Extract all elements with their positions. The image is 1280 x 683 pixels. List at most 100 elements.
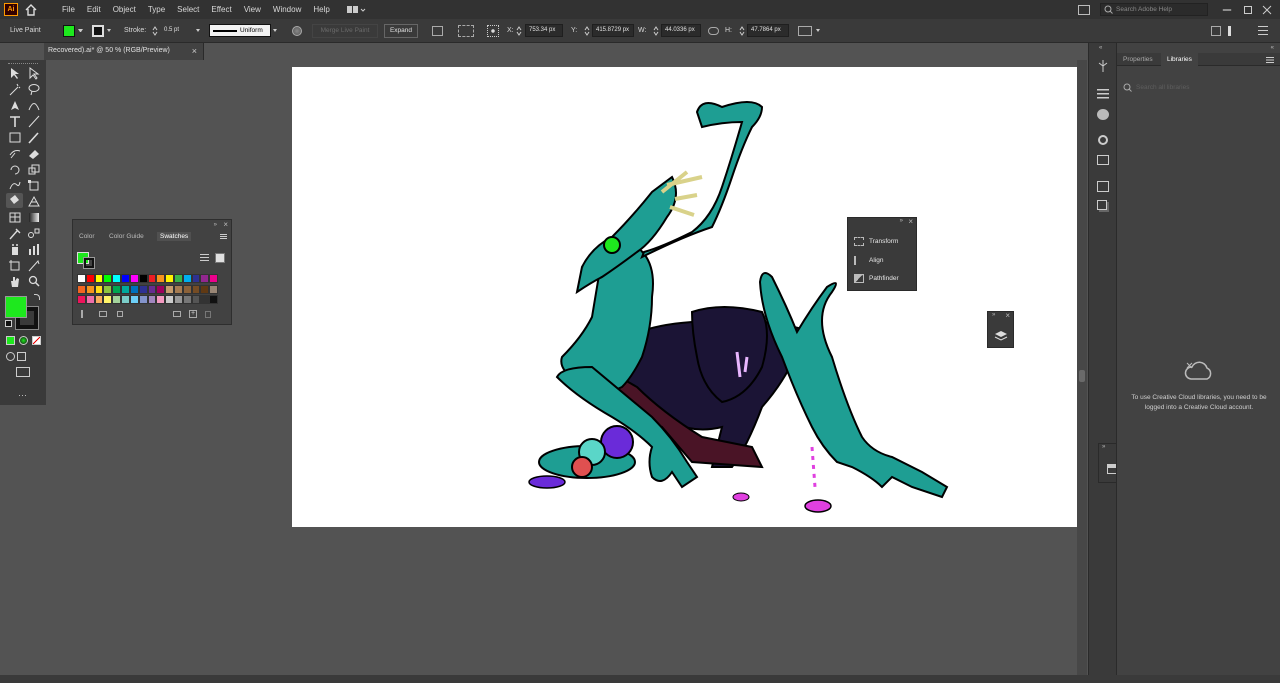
more-options-icon[interactable] bbox=[816, 29, 820, 32]
type-tool-icon[interactable] bbox=[8, 115, 22, 128]
perspective-grid-tool-icon[interactable] bbox=[27, 195, 41, 208]
fill-swatch[interactable] bbox=[63, 25, 75, 37]
swatch[interactable] bbox=[156, 274, 166, 283]
draw-behind-icon[interactable] bbox=[17, 352, 26, 361]
paintbrush-tool-icon[interactable] bbox=[27, 131, 41, 144]
swatch[interactable] bbox=[209, 295, 218, 305]
collapse-panel-icon[interactable]: » bbox=[900, 218, 903, 224]
monster-illustration[interactable] bbox=[292, 67, 1077, 527]
swatch[interactable] bbox=[85, 284, 95, 294]
swatch[interactable] bbox=[112, 284, 122, 294]
swatch[interactable] bbox=[165, 295, 174, 305]
selection-tool-icon[interactable] bbox=[8, 67, 22, 80]
swatch[interactable] bbox=[191, 295, 201, 305]
swatch[interactable] bbox=[138, 284, 148, 294]
reference-point-icon[interactable] bbox=[487, 25, 499, 37]
menu-help[interactable]: Help bbox=[307, 5, 335, 14]
swatch[interactable] bbox=[182, 274, 192, 283]
y-stepper-icon[interactable] bbox=[584, 25, 590, 37]
puppet-warp-icon[interactable] bbox=[1096, 59, 1110, 73]
color-wheel-icon[interactable] bbox=[1098, 135, 1108, 145]
menu-file[interactable]: File bbox=[56, 5, 81, 14]
live-paint-bucket-tool-icon[interactable] bbox=[6, 193, 23, 208]
swatch[interactable] bbox=[103, 295, 113, 305]
control-menu-icon[interactable] bbox=[1258, 26, 1268, 36]
swatch[interactable] bbox=[191, 284, 201, 294]
new-swatch-icon[interactable]: + bbox=[189, 310, 197, 318]
line-tool-icon[interactable] bbox=[27, 115, 41, 128]
swatch[interactable] bbox=[156, 284, 166, 294]
merge-live-paint-button[interactable]: Merge Live Paint bbox=[312, 24, 378, 38]
swatch[interactable] bbox=[200, 295, 210, 305]
swatch[interactable] bbox=[156, 295, 166, 305]
curvature-tool-icon[interactable] bbox=[27, 99, 41, 112]
library-search[interactable]: Search all libraries bbox=[1123, 81, 1273, 93]
swatch[interactable] bbox=[138, 274, 148, 283]
minimize-window-button[interactable] bbox=[1222, 8, 1232, 11]
swatch[interactable] bbox=[200, 274, 210, 283]
swatch[interactable] bbox=[209, 274, 218, 283]
swatch[interactable] bbox=[182, 284, 192, 294]
restore-window-button[interactable] bbox=[1244, 5, 1252, 14]
recolor-artwork-icon[interactable] bbox=[292, 26, 302, 36]
symbol-sprayer-tool-icon[interactable] bbox=[8, 243, 22, 256]
swatch[interactable] bbox=[121, 284, 130, 294]
swatch[interactable] bbox=[121, 295, 130, 305]
free-transform-tool-icon[interactable] bbox=[27, 179, 41, 192]
vertical-scrollbar[interactable] bbox=[1077, 60, 1087, 675]
swatch[interactable] bbox=[94, 284, 104, 294]
close-panel-icon[interactable]: × bbox=[1005, 311, 1010, 320]
pathfinder-panel-button[interactable]: Pathfinder bbox=[854, 274, 899, 283]
tab-libraries[interactable]: Libraries bbox=[1161, 53, 1198, 66]
direct-selection-tool-icon[interactable] bbox=[27, 67, 41, 80]
close-panel-icon[interactable]: × bbox=[908, 217, 913, 226]
swatches-current-stroke[interactable] bbox=[83, 257, 95, 269]
delete-swatch-icon[interactable] bbox=[205, 311, 211, 318]
mesh-tool-icon[interactable] bbox=[8, 211, 22, 224]
swatch[interactable] bbox=[165, 284, 174, 294]
fill-color-box[interactable] bbox=[5, 296, 27, 318]
align-options-icon[interactable] bbox=[432, 26, 443, 36]
y-input[interactable]: 415.8729 px bbox=[592, 24, 634, 37]
appearance-icon[interactable] bbox=[1097, 109, 1109, 120]
w-input[interactable]: 44.0336 px bbox=[661, 24, 701, 37]
artboard-tool-icon[interactable] bbox=[8, 259, 22, 272]
swatch[interactable] bbox=[129, 295, 139, 305]
stroke-weight-input[interactable]: 0.5 pt bbox=[160, 24, 194, 37]
grid-view-icon[interactable] bbox=[215, 253, 225, 263]
document-tab[interactable]: Recovered).ai* @ 50 % (RGB/Preview) × bbox=[44, 43, 204, 60]
draw-mode-icon[interactable] bbox=[6, 352, 15, 361]
swatch[interactable] bbox=[77, 274, 86, 283]
swatch[interactable] bbox=[121, 274, 130, 283]
collapse-panel-icon[interactable]: » bbox=[1102, 444, 1105, 450]
list-view-icon[interactable] bbox=[200, 254, 209, 263]
gradient-mode-icon[interactable] bbox=[19, 336, 28, 345]
rotate-tool-icon[interactable] bbox=[8, 163, 22, 176]
constrain-proportions-icon[interactable] bbox=[708, 27, 719, 35]
tab-properties[interactable]: Properties bbox=[1123, 56, 1153, 63]
workspace-switcher-icon[interactable] bbox=[346, 5, 366, 15]
menu-window[interactable]: Window bbox=[267, 5, 307, 14]
transform-panel-button[interactable]: Transform bbox=[854, 237, 898, 246]
swatch[interactable] bbox=[85, 295, 95, 305]
screen-mode-icon[interactable] bbox=[16, 367, 30, 377]
color-mode-icon[interactable] bbox=[6, 336, 15, 345]
tab-color-guide[interactable]: Color Guide bbox=[109, 233, 144, 240]
swatch[interactable] bbox=[129, 284, 139, 294]
h-input[interactable]: 47.7864 px bbox=[747, 24, 789, 37]
w-stepper-icon[interactable] bbox=[653, 25, 659, 37]
swatch[interactable] bbox=[173, 274, 183, 283]
transparency-icon[interactable] bbox=[1097, 155, 1109, 165]
hand-tool-icon[interactable] bbox=[8, 275, 22, 288]
swatch[interactable] bbox=[173, 295, 183, 305]
gradient-tool-icon[interactable] bbox=[27, 211, 41, 224]
swatch[interactable] bbox=[209, 284, 218, 294]
collapse-panel-icon[interactable]: » bbox=[992, 312, 995, 318]
eraser-tool-icon[interactable] bbox=[27, 147, 41, 160]
stroke-weight-dropdown-icon[interactable] bbox=[196, 29, 200, 32]
edit-toolbar-icon[interactable]: ··· bbox=[18, 390, 27, 400]
collapse-dock-icon[interactable]: « bbox=[1271, 45, 1274, 51]
panel-menu-icon[interactable] bbox=[1266, 57, 1274, 63]
swap-colors-icon[interactable] bbox=[34, 294, 40, 300]
layers-icon[interactable] bbox=[994, 330, 1008, 342]
